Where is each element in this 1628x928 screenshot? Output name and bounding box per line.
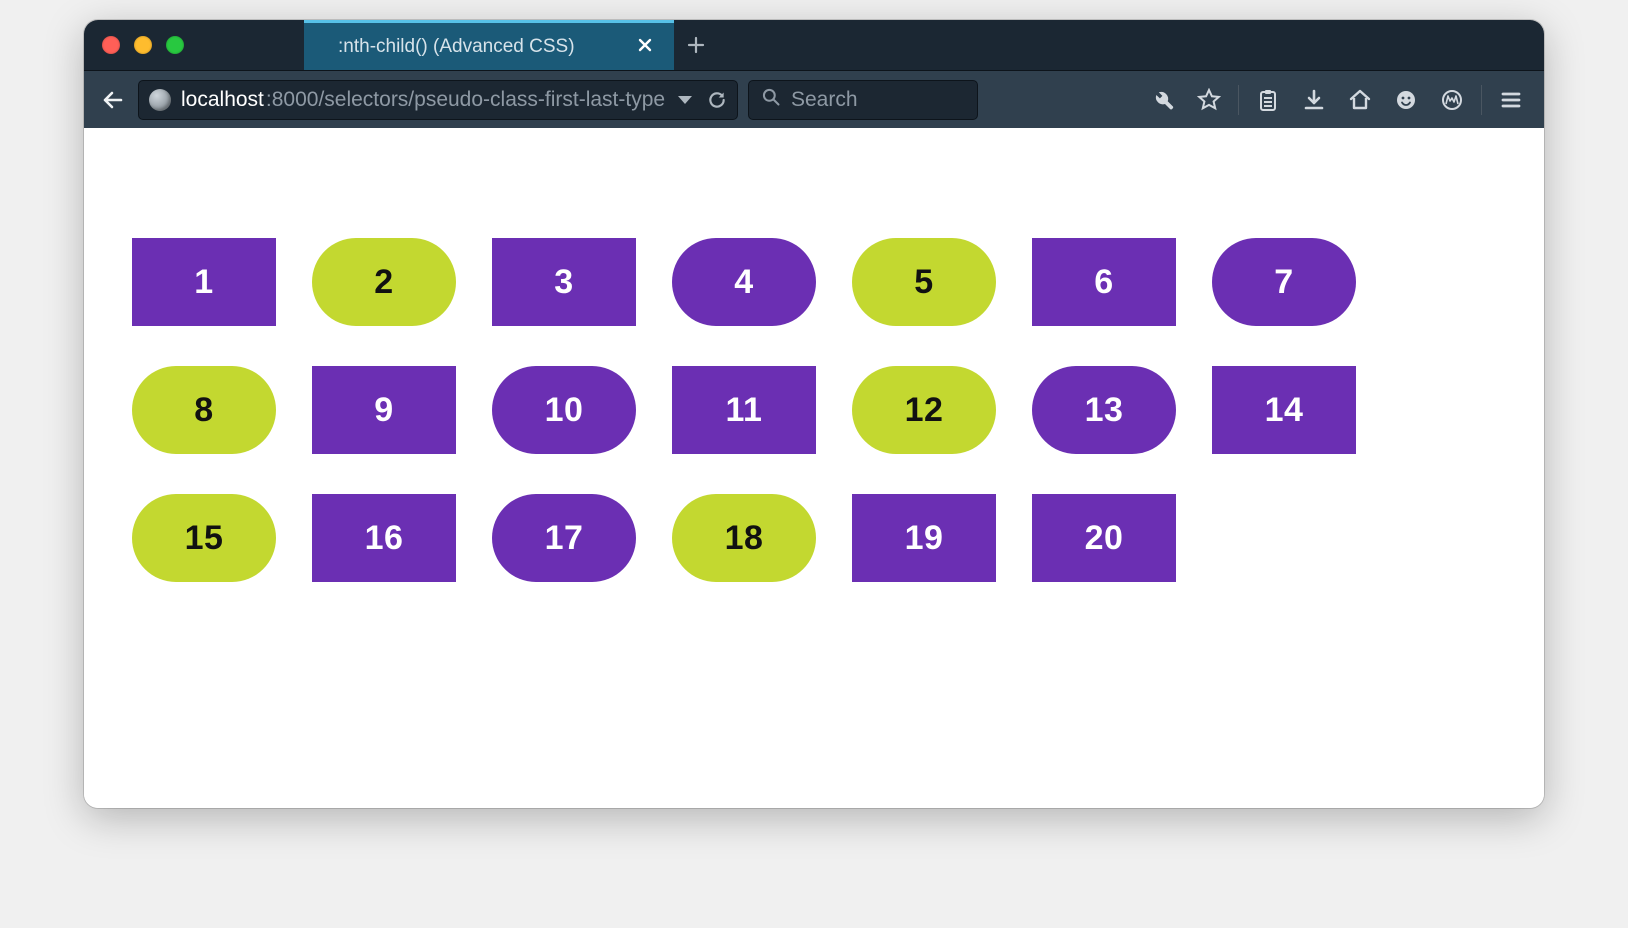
grid-box: 8 — [132, 366, 276, 454]
search-bar[interactable]: Search — [748, 80, 978, 120]
smiley-icon[interactable] — [1387, 81, 1425, 119]
bookmark-star-icon[interactable] — [1190, 81, 1228, 119]
grid-box: 17 — [492, 494, 636, 582]
grid-box: 12 — [852, 366, 996, 454]
browser-window: :nth-child() (Advanced CSS) localhost :8… — [84, 20, 1544, 808]
toolbar: localhost :8000/selectors/pseudo-class-f… — [84, 70, 1544, 128]
grid-box: 16 — [312, 494, 456, 582]
grid-box: 9 — [312, 366, 456, 454]
toolbar-divider — [1238, 85, 1239, 115]
grid-box: 14 — [1212, 366, 1356, 454]
history-dropdown-icon[interactable] — [677, 94, 693, 106]
home-icon[interactable] — [1341, 81, 1379, 119]
reload-icon[interactable] — [707, 90, 727, 110]
close-window-button[interactable] — [102, 36, 120, 54]
search-icon — [761, 87, 781, 113]
grid-box: 15 — [132, 494, 276, 582]
toolbar-divider — [1481, 85, 1482, 115]
grid-box: 3 — [492, 238, 636, 326]
page-content: 1234567891011121314151617181920 — [84, 128, 1544, 808]
grid-box: 5 — [852, 238, 996, 326]
grid-box: 13 — [1032, 366, 1176, 454]
window-controls — [102, 36, 184, 54]
menu-icon[interactable] — [1492, 81, 1530, 119]
search-placeholder: Search — [791, 88, 858, 112]
new-tab-button[interactable] — [674, 20, 718, 70]
url-host: localhost — [181, 88, 264, 112]
grid-box: 1 — [132, 238, 276, 326]
clipboard-icon[interactable] — [1249, 81, 1287, 119]
grid-box: 18 — [672, 494, 816, 582]
toolbar-icons — [1144, 81, 1530, 119]
grid-box: 2 — [312, 238, 456, 326]
minimize-window-button[interactable] — [134, 36, 152, 54]
grid-box: 6 — [1032, 238, 1176, 326]
box-grid: 1234567891011121314151617181920 — [132, 238, 1496, 582]
addon-icon[interactable] — [1433, 81, 1471, 119]
grid-box: 11 — [672, 366, 816, 454]
back-button[interactable] — [98, 85, 128, 115]
close-tab-button[interactable] — [638, 36, 652, 57]
grid-box: 10 — [492, 366, 636, 454]
tab-title: :nth-child() (Advanced CSS) — [338, 36, 575, 58]
address-bar[interactable]: localhost :8000/selectors/pseudo-class-f… — [138, 80, 738, 120]
browser-tab[interactable]: :nth-child() (Advanced CSS) — [304, 20, 674, 70]
grid-box: 19 — [852, 494, 996, 582]
developer-icon[interactable] — [1144, 81, 1182, 119]
grid-box: 7 — [1212, 238, 1356, 326]
site-identity-icon[interactable] — [149, 89, 171, 111]
grid-box: 20 — [1032, 494, 1176, 582]
downloads-icon[interactable] — [1295, 81, 1333, 119]
grid-box: 4 — [672, 238, 816, 326]
maximize-window-button[interactable] — [166, 36, 184, 54]
titlebar: :nth-child() (Advanced CSS) — [84, 20, 1544, 70]
url-path: :8000/selectors/pseudo-class-first-last-… — [266, 88, 667, 112]
